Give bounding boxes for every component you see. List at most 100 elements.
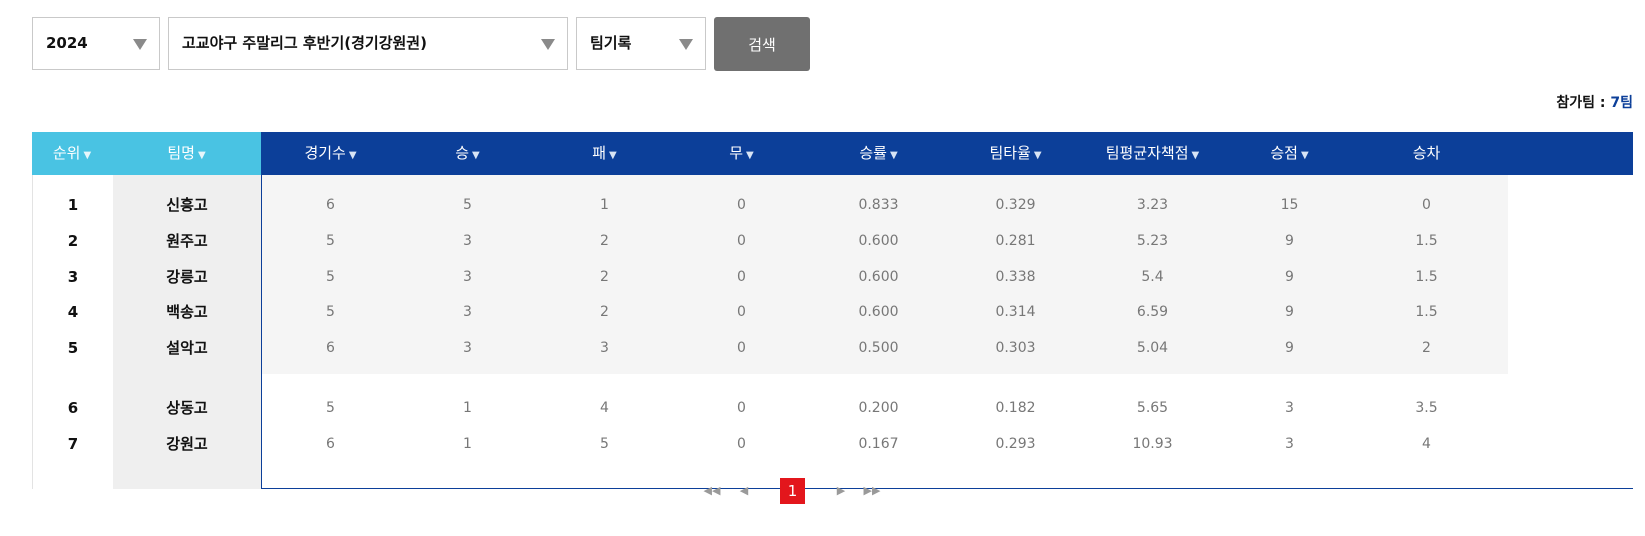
team-column: 신흥고 원주고 강릉고 백송고 설악고 상동고 강원고	[113, 175, 261, 489]
draws-cell: 0	[737, 269, 746, 285]
column-header-games-behind[interactable]: 승차	[1358, 132, 1495, 175]
era-cell: 5.65	[1136, 400, 1169, 416]
column-header-batting-avg-label: 팀타율	[989, 144, 1031, 162]
rank-cell: 4	[67, 303, 79, 321]
games-cell: 6	[326, 340, 335, 356]
standings-fixed-columns: 순위 ▼ 팀명 ▼ 1234567 신흥고 원주고 강릉고 백송고 설악고 상동고 강원고	[32, 132, 261, 489]
win-pct-cell: 0.167	[858, 436, 899, 452]
points-cell: 9	[1285, 233, 1294, 249]
batting-avg-cell: 0.281	[995, 233, 1036, 249]
win-pct-cell: 0.600	[858, 233, 899, 249]
page-1[interactable]: 1	[780, 478, 805, 504]
search-button[interactable]: 검색	[714, 17, 810, 71]
table-row: 6 1 5 0 0.167 0.293 10.93 3 4	[262, 426, 1495, 462]
losses-cell: 2	[600, 233, 609, 249]
chevron-down-icon	[541, 39, 555, 50]
table-row: 6 5 1 0 0.833 0.329 3.23 15 0	[262, 187, 1495, 223]
column-header-win-pct[interactable]: 승률 ▼	[810, 132, 947, 175]
sort-down-icon: ▼	[1191, 150, 1200, 161]
table-row: 5 3 2 0 0.600 0.314 6.59 9 1.5	[262, 294, 1495, 330]
rank-cell: 3	[67, 268, 79, 286]
games-cell: 6	[326, 197, 335, 213]
column-header-era-label: 팀평균자책점	[1105, 144, 1189, 162]
draws-cell: 0	[737, 197, 746, 213]
column-header-games[interactable]: 경기수 ▼	[262, 132, 399, 175]
win-pct-cell: 0.200	[858, 400, 899, 416]
era-cell: 3.23	[1136, 197, 1169, 213]
league-select[interactable]: 고교야구 주말리그 후반기(경기강원권)	[168, 17, 568, 70]
draws-cell: 0	[737, 233, 746, 249]
table-row: 5 1 4 0 0.200 0.182 5.65 3 3.5	[262, 390, 1495, 426]
era-cell: 5.4	[1141, 269, 1164, 285]
losses-cell: 2	[600, 304, 609, 320]
chevron-down-icon	[133, 39, 147, 50]
era-cell: 5.23	[1136, 233, 1169, 249]
column-header-points[interactable]: 승점 ▼	[1221, 132, 1358, 175]
column-header-team-label: 팀명	[167, 144, 195, 162]
points-cell: 9	[1285, 269, 1294, 285]
losses-cell: 4	[600, 400, 609, 416]
sort-down-icon: ▼	[889, 150, 898, 161]
column-header-wins[interactable]: 승 ▼	[399, 132, 536, 175]
column-header-points-label: 승점	[1270, 144, 1298, 162]
stat-header-row: 경기수 ▼ 승 ▼ 패 ▼ 무 ▼ 승률 ▼ 팀타율 ▼ 팀평균자책점 ▼ 승점 ▼ 승차	[262, 132, 1633, 175]
fixed-header-row: 순위 ▼ 팀명 ▼	[32, 132, 261, 175]
standings-table: 순위 ▼ 팀명 ▼ 1234567 신흥고 원주고 강릉고 백송고 설악고 상동고 강원고 경기…	[32, 132, 1633, 489]
games-behind-cell: 0	[1422, 197, 1431, 213]
games-cell: 5	[326, 269, 335, 285]
games-behind-cell: 4	[1422, 436, 1431, 452]
wins-cell: 1	[463, 436, 472, 452]
column-header-era[interactable]: 팀평균자책점 ▼	[1084, 132, 1221, 175]
points-cell: 9	[1285, 304, 1294, 320]
team-name-cell: 신흥고	[166, 196, 208, 214]
column-header-team[interactable]: 팀명 ▼	[112, 132, 261, 175]
rank-cell: 5	[67, 339, 79, 357]
right-icon[interactable]: ▶	[831, 478, 851, 504]
points-cell: 9	[1285, 340, 1294, 356]
team-count: 참가팀 : 7팀	[1556, 92, 1633, 112]
column-header-losses[interactable]: 패 ▼	[536, 132, 673, 175]
record-type-select[interactable]: 팀기록	[576, 17, 706, 70]
year-select[interactable]: 2024	[32, 17, 160, 70]
wins-cell: 3	[463, 233, 472, 249]
rank-cell: 2	[67, 232, 79, 250]
team-name-cell: 강원고	[166, 435, 208, 453]
column-header-games-behind-label: 승차	[1412, 144, 1441, 162]
column-header-batting-avg[interactable]: 팀타율 ▼	[947, 132, 1084, 175]
rank-cell: 1	[67, 196, 79, 214]
losses-cell: 2	[600, 269, 609, 285]
sort-down-icon: ▼	[197, 150, 206, 161]
sort-down-icon: ▼	[1300, 150, 1309, 161]
double-left-icon[interactable]: ◀◀	[700, 478, 724, 504]
games-cell: 5	[326, 400, 335, 416]
wins-cell: 3	[463, 304, 472, 320]
games-behind-cell: 1.5	[1415, 233, 1438, 249]
points-cell: 3	[1285, 436, 1294, 452]
wins-cell: 3	[463, 269, 472, 285]
era-cell: 5.04	[1136, 340, 1169, 356]
games-behind-cell: 1.5	[1415, 269, 1438, 285]
double-right-icon[interactable]: ▶▶	[860, 478, 884, 504]
games-cell: 5	[326, 304, 335, 320]
era-cell: 6.59	[1136, 304, 1169, 320]
column-header-draws[interactable]: 무 ▼	[673, 132, 810, 175]
batting-avg-cell: 0.293	[995, 436, 1036, 452]
left-icon[interactable]: ◀	[734, 478, 754, 504]
column-header-draws-label: 무	[729, 144, 744, 162]
team-count-value: 7팀	[1610, 95, 1633, 111]
draws-cell: 0	[737, 436, 746, 452]
column-header-games-label: 경기수	[304, 144, 346, 162]
win-pct-cell: 0.500	[858, 340, 899, 356]
games-behind-cell: 3.5	[1415, 400, 1438, 416]
win-pct-cell: 0.600	[858, 304, 899, 320]
games-cell: 5	[326, 233, 335, 249]
draws-cell: 0	[737, 400, 746, 416]
column-header-losses-label: 패	[592, 144, 607, 162]
team-name-cell: 강릉고	[166, 268, 208, 286]
sort-down-icon: ▼	[746, 150, 754, 161]
team-name-cell: 상동고	[166, 399, 208, 417]
win-pct-cell: 0.600	[858, 269, 899, 285]
win-pct-cell: 0.833	[858, 197, 899, 213]
column-header-rank[interactable]: 순위 ▼	[32, 132, 112, 175]
team-name-cell: 설악고	[166, 339, 208, 357]
